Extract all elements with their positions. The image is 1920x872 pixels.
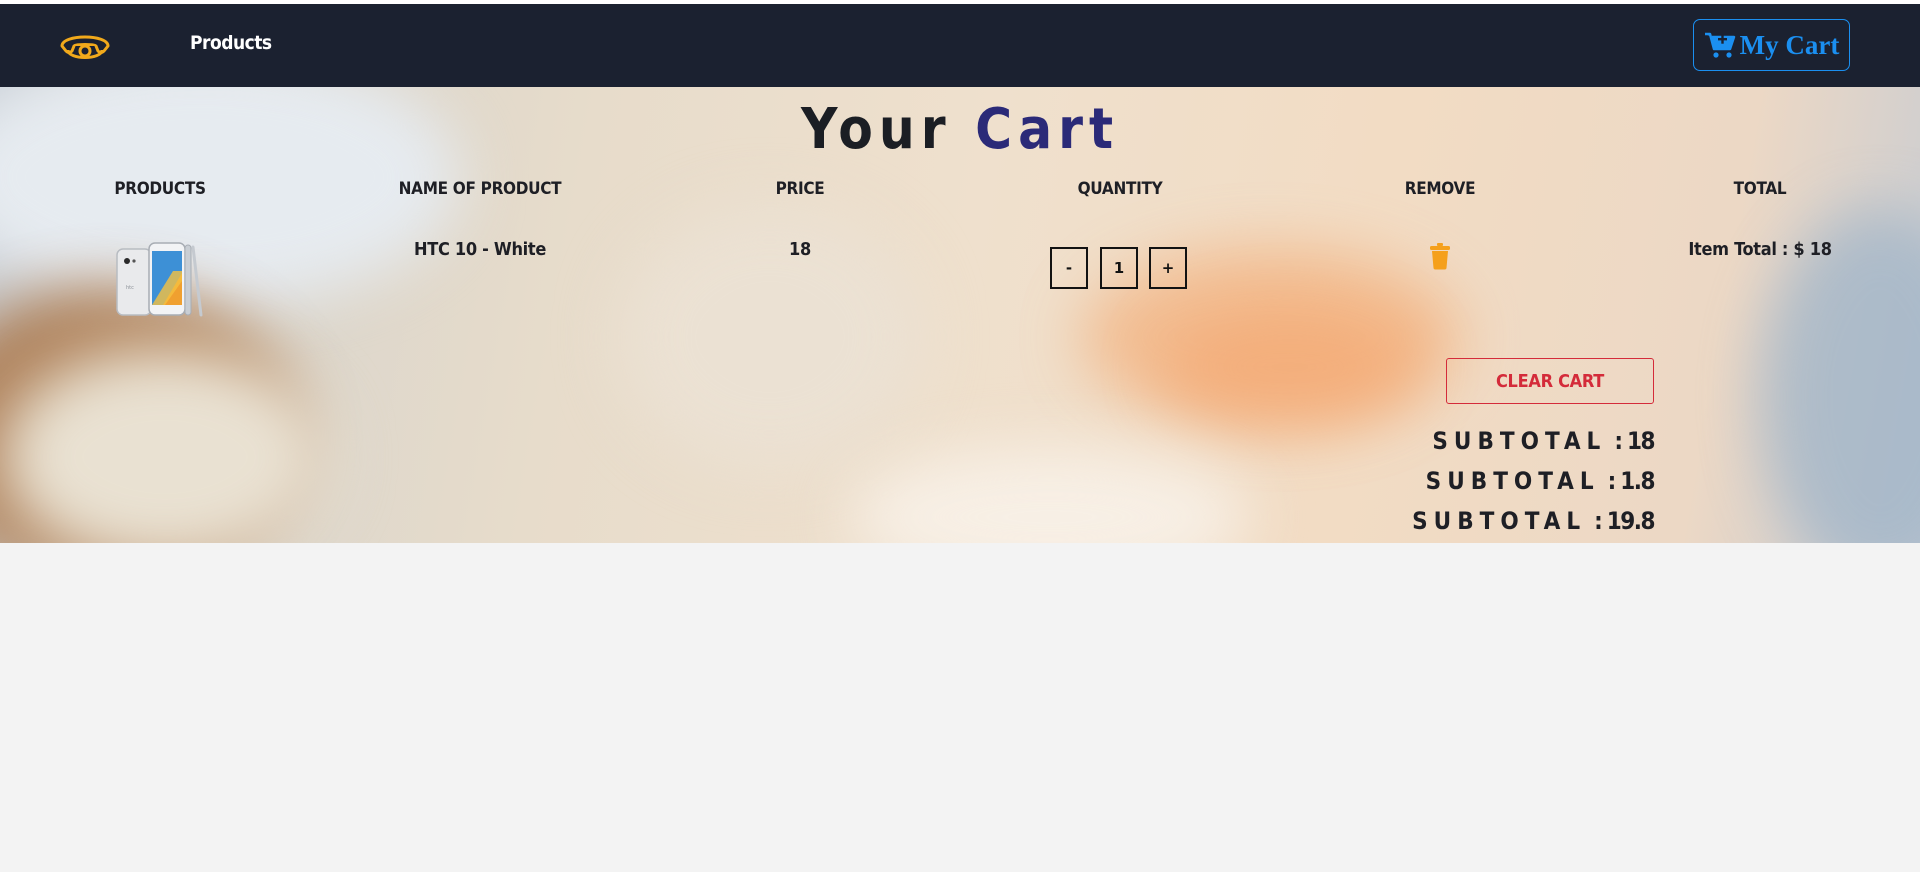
my-cart-button[interactable]: My Cart [1693,19,1850,71]
subtotal-row: SUBTOTAL : 18 [1412,421,1656,461]
quantity-value: 1 [1100,247,1138,289]
tax-row: SUBTOTAL : 1.8 [1412,461,1656,501]
column-header-total: Total [1733,179,1787,199]
column-header-remove: Remove [1404,179,1476,199]
item-total: Item Total : $ 18 [1688,239,1832,260]
page-title: Your Cart [0,97,1920,162]
tax-colon: : [1607,467,1617,495]
clear-cart-button[interactable]: clear cart [1446,358,1654,404]
navbar: Products My Cart [0,4,1920,87]
column-header-products: Products [114,179,206,199]
phone-icon[interactable] [58,26,112,66]
total-value: 19.8 [1606,507,1656,535]
trash-icon[interactable] [1428,242,1452,270]
total-colon: : [1594,507,1603,535]
page-title-part2: Cart [975,97,1120,162]
total-row: SUBTOTAL : 19.8 [1412,501,1656,541]
product-image: htc [115,241,205,319]
cart-plus-icon [1704,32,1735,58]
tax-label: SUBTOTAL [1425,467,1600,495]
quantity-increment-button[interactable]: + [1149,247,1187,289]
column-header-quantity: Quantity [1077,179,1163,199]
quantity-decrement-button[interactable]: - [1050,247,1088,289]
total-label: SUBTOTAL [1412,507,1587,535]
tax-value: 1.8 [1620,467,1655,495]
my-cart-label: My Cart [1739,29,1840,60]
nav-link-products[interactable]: Products [190,32,272,54]
column-header-price: Price [775,179,825,199]
column-header-name: Name of Product [398,179,562,199]
cart-totals: SUBTOTAL : 18 SUBTOTAL : 1.8 SUBTOTAL : … [1412,421,1656,541]
product-name: HTC 10 - White [413,239,547,260]
subtotal-colon: : [1614,427,1623,455]
svg-text:htc: htc [126,285,134,291]
subtotal-value: 18 [1626,427,1656,455]
product-price: 18 [789,239,811,260]
subtotal-label: SUBTOTAL [1432,427,1607,455]
cart-hero-section: Your Cart Products Name of Product Price… [0,87,1920,543]
page-title-part1: Your [800,97,952,162]
